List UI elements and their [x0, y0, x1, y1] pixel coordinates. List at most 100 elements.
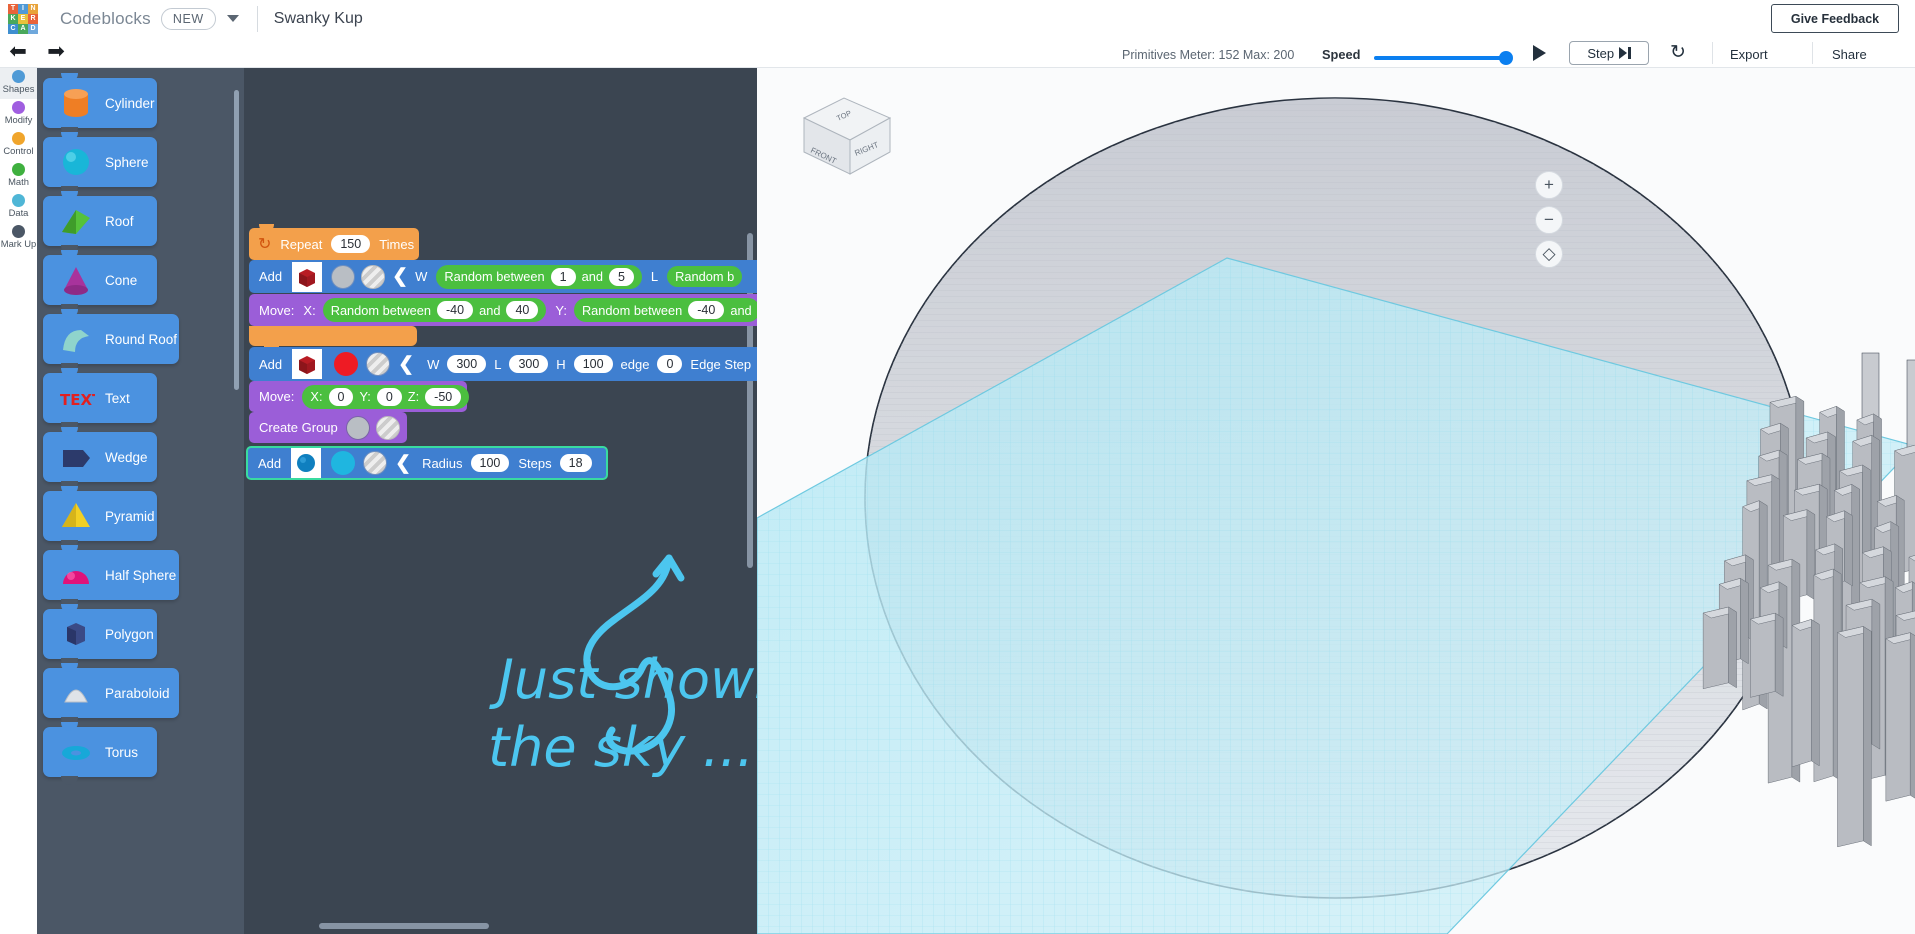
chevron-left-icon[interactable]: ❮	[398, 353, 414, 376]
width-max-input[interactable]: 5	[608, 267, 634, 286]
palette-shape-half-sphere[interactable]: Half Sphere	[43, 545, 179, 608]
palette-shape-wedge[interactable]: Wedge	[43, 427, 157, 490]
step-button[interactable]: Step	[1569, 41, 1649, 65]
palette-shape-label: Torus	[105, 744, 139, 760]
rail-item-shapes[interactable]: Shapes	[0, 68, 37, 99]
move-y-random-block[interactable]: Random between -40 and	[573, 298, 757, 322]
rail-item-label: Mark Up	[0, 238, 37, 249]
ground-y-input[interactable]: 0	[376, 387, 402, 406]
sphere-shape-icon[interactable]	[291, 448, 322, 478]
code-canvas[interactable]: ↻ Repeat 150 Times Add ❮ W Random betwee…	[244, 68, 757, 934]
repeat-count-input[interactable]: 150	[331, 235, 371, 253]
chevron-left-icon[interactable]: ❮	[395, 452, 411, 475]
rail-item-data[interactable]: Data	[0, 192, 37, 223]
repeat-block[interactable]: ↻ Repeat 150 Times	[249, 224, 419, 260]
ground-w-input[interactable]: 300	[447, 355, 487, 373]
scene-render	[757, 97, 1915, 934]
annotation-line-1: Just showing	[489, 648, 757, 711]
redo-arrow-icon[interactable]: ➡	[44, 41, 68, 63]
palette-shape-sphere[interactable]: Sphere	[43, 132, 157, 195]
export-button[interactable]: Export	[1730, 47, 1768, 62]
editor-toolbar: ⬅ ➡ Primitives Meter: 152 Max: 200 Speed…	[0, 37, 1915, 68]
plus-icon[interactable]: +	[1535, 171, 1563, 199]
document-title[interactable]: Swanky Kup	[274, 10, 363, 28]
x-max-input[interactable]: 40	[506, 301, 539, 319]
play-button[interactable]	[1522, 42, 1556, 64]
fit-view-icon[interactable]: ◇	[1535, 240, 1563, 268]
width-random-block[interactable]: Random between 1 and 5	[436, 264, 642, 289]
palette-shape-roof[interactable]: Roof	[43, 191, 157, 254]
radius-input[interactable]: 100	[470, 454, 510, 472]
3d-viewport[interactable]: TOP FRONT RIGHT + − ◇	[757, 68, 1915, 934]
sphere-steps-label: Steps	[518, 455, 552, 471]
sphere-steps-input[interactable]: 18	[559, 454, 592, 472]
palette-shape-text[interactable]: TEXT Text	[43, 368, 157, 431]
canvas-horizontal-scrollbar[interactable]	[319, 923, 489, 929]
add-random-box-block[interactable]: Add ❮ W Random between 1 and 5 L Random …	[249, 260, 757, 293]
logo-tile-8: D	[28, 23, 38, 34]
move-ground-coords[interactable]: X: 0 Y: 0 Z: -50	[302, 384, 470, 409]
palette-scrollbar[interactable]	[234, 90, 239, 390]
red-solid-icon[interactable]	[334, 352, 359, 376]
palette-shape-torus[interactable]: Torus	[43, 722, 157, 785]
rail-item-mark-up[interactable]: Mark Up	[0, 223, 37, 254]
hole-hatch-icon[interactable]	[375, 415, 400, 440]
cylinder-shape-icon	[57, 86, 95, 120]
view-cube[interactable]: TOP FRONT RIGHT	[792, 88, 902, 183]
chevron-left-icon[interactable]: ❮	[392, 265, 408, 288]
step-forward-icon	[1619, 47, 1631, 59]
grey-solid-icon[interactable]	[345, 415, 370, 440]
text-shape-icon: TEXT	[57, 381, 103, 415]
box-shape-icon[interactable]	[292, 349, 323, 379]
add-sphere-block[interactable]: Add ❮ Radius 100 Steps 18	[246, 446, 608, 480]
palette-shape-pyramid[interactable]: Pyramid	[43, 486, 157, 549]
cyan-solid-icon[interactable]	[331, 451, 356, 475]
speed-slider-knob[interactable]	[1499, 51, 1513, 65]
give-feedback-button[interactable]: Give Feedback	[1771, 4, 1899, 33]
tinkercad-logo[interactable]: TINKERCAD	[8, 3, 38, 34]
share-button[interactable]: Share	[1832, 47, 1867, 62]
hole-hatch-icon[interactable]	[361, 264, 386, 289]
category-rail: Shapes Modify Control Math Data Mark Up	[0, 68, 37, 934]
ground-h-input[interactable]: 100	[573, 355, 613, 373]
play-icon	[1532, 45, 1546, 61]
ground-edge-input[interactable]: 0	[657, 355, 683, 373]
minus-icon[interactable]: −	[1535, 206, 1563, 234]
move-x-random-block[interactable]: Random between -40 and 40	[322, 298, 547, 322]
sphere-shape-icon	[57, 145, 95, 179]
speed-slider[interactable]	[1374, 51, 1513, 65]
rail-item-modify[interactable]: Modify	[0, 99, 37, 130]
palette-shape-round-roof[interactable]: Round Roof	[43, 309, 179, 372]
y-min-input[interactable]: -40	[688, 301, 725, 319]
grey-solid-icon[interactable]	[331, 264, 356, 289]
length-label: L	[650, 269, 659, 284]
x-random-label: Random between	[330, 302, 432, 318]
logo-tile-7: A	[18, 23, 28, 34]
width-min-input[interactable]: 1	[550, 267, 576, 286]
markup-dot-icon	[12, 225, 25, 238]
move-ground-block[interactable]: Move: X: 0 Y: 0 Z: -50	[249, 381, 470, 412]
chevron-down-icon[interactable]	[226, 15, 239, 22]
ground-z-input[interactable]: -50	[425, 387, 462, 406]
hole-hatch-icon[interactable]	[363, 451, 388, 475]
undo-arrow-icon[interactable]: ⬅	[6, 41, 30, 63]
rail-item-math[interactable]: Math	[0, 161, 37, 192]
palette-shape-label: Cone	[105, 272, 138, 288]
palette-shape-polygon[interactable]: Polygon	[43, 604, 157, 667]
ground-x-input[interactable]: 0	[328, 387, 354, 406]
move-random-block[interactable]: Move: X: Random between -40 and 40 Y: Ra…	[249, 294, 757, 326]
data-dot-icon	[12, 194, 25, 207]
restart-icon[interactable]: ↻	[1665, 42, 1691, 64]
x-min-input[interactable]: -40	[437, 301, 474, 319]
palette-shape-paraboloid[interactable]: Paraboloid	[43, 663, 179, 726]
palette-shape-cone[interactable]: Cone	[43, 250, 157, 313]
modify-dot-icon	[12, 101, 25, 114]
create-group-block[interactable]: Create Group	[249, 412, 407, 443]
rail-item-control[interactable]: Control	[0, 130, 37, 161]
ground-l-input[interactable]: 300	[509, 355, 549, 373]
hole-hatch-icon[interactable]	[366, 352, 391, 376]
add-ground-box-block[interactable]: Add ❮ W 300 L 300 H 100 edge 0 Edge Step	[249, 347, 757, 381]
length-random-block[interactable]: Random b	[667, 266, 743, 287]
palette-shape-cylinder[interactable]: Cylinder	[43, 73, 157, 136]
box-shape-icon[interactable]	[292, 261, 323, 292]
